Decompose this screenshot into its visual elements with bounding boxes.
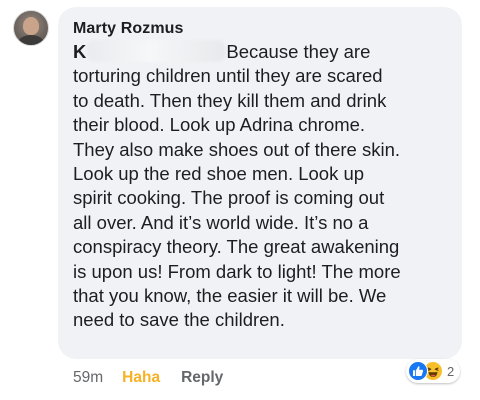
- comment-line: all over. And it’s world wide. It’s no a: [73, 211, 369, 233]
- comment-actions: 59m Haha Reply: [73, 369, 223, 387]
- comment-author[interactable]: Marty Rozmus: [73, 20, 184, 38]
- timestamp[interactable]: 59m: [73, 369, 103, 387]
- comment-bubble: Marty Rozmus K Because they are torturing…: [58, 7, 462, 359]
- mention-tag[interactable]: K: [73, 41, 86, 62]
- redacted-name: [87, 40, 226, 62]
- reaction-count: 2: [447, 363, 455, 379]
- comment-line: spirit cooking. The proof is coming out: [73, 187, 385, 209]
- comment-line: Look up the red shoe men. Look up: [73, 163, 365, 185]
- comment-line: that you know, the easier it will be. We: [73, 285, 387, 307]
- comment-line: their blood. Look up Adrina chrome.: [73, 114, 366, 136]
- avatar-body: [18, 35, 44, 45]
- comment-line: torturing children until they are scared: [73, 65, 383, 87]
- comment-line-text: Because they are: [226, 41, 371, 62]
- comment-line: need to save the children.: [73, 309, 285, 331]
- haha-reaction-button[interactable]: Haha: [122, 369, 160, 387]
- comment-line: K Because they are: [73, 40, 453, 64]
- comment-line: They also make shoes out of there skin.: [73, 138, 401, 160]
- comment-line: is upon us! From dark to light! The more: [73, 260, 401, 282]
- comment-line: to death. Then they kill them and drink: [73, 89, 387, 111]
- comment-line: conspiracy theory. The great awakening: [73, 236, 400, 258]
- like-icon: [408, 361, 428, 381]
- reply-button[interactable]: Reply: [181, 369, 223, 387]
- avatar-face: [23, 17, 39, 35]
- comment-text: K Because they are torturing children unt…: [73, 40, 453, 333]
- comment-thread: Marty Rozmus K Because they are torturing…: [0, 0, 480, 400]
- reaction-summary[interactable]: 2: [406, 359, 461, 383]
- avatar[interactable]: [13, 10, 49, 46]
